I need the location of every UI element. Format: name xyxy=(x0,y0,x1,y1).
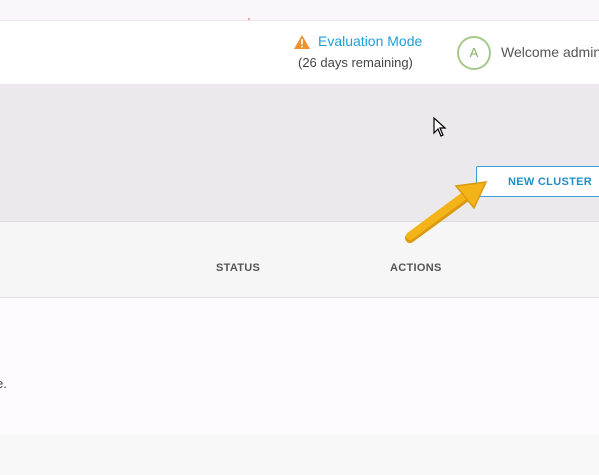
evaluation-mode-link[interactable]: Evaluation Mode xyxy=(318,33,422,49)
new-cluster-button[interactable]: NEW CLUSTER xyxy=(476,166,599,197)
avatar[interactable]: A xyxy=(457,36,491,70)
welcome-user-menu[interactable]: Welcome admin xyxy=(501,44,599,60)
top-strip xyxy=(0,0,599,21)
top-strip-mark xyxy=(248,18,250,20)
column-header-status[interactable]: STATUS xyxy=(216,262,260,274)
page-header: Evaluation Mode (26 days remaining) A We… xyxy=(0,21,599,85)
annotation-arrow-icon xyxy=(405,181,488,243)
warning-icon xyxy=(294,35,310,49)
days-remaining: (26 days remaining) xyxy=(298,55,413,70)
table-header: STATUS ACTIONS xyxy=(0,221,599,298)
mouse-cursor-icon xyxy=(433,117,447,137)
table-footer xyxy=(0,434,599,475)
page-toolbar-area xyxy=(0,85,599,221)
empty-table-message: e. xyxy=(0,376,7,391)
column-header-actions[interactable]: ACTIONS xyxy=(390,262,442,274)
app-window: Evaluation Mode (26 days remaining) A We… xyxy=(0,0,599,475)
